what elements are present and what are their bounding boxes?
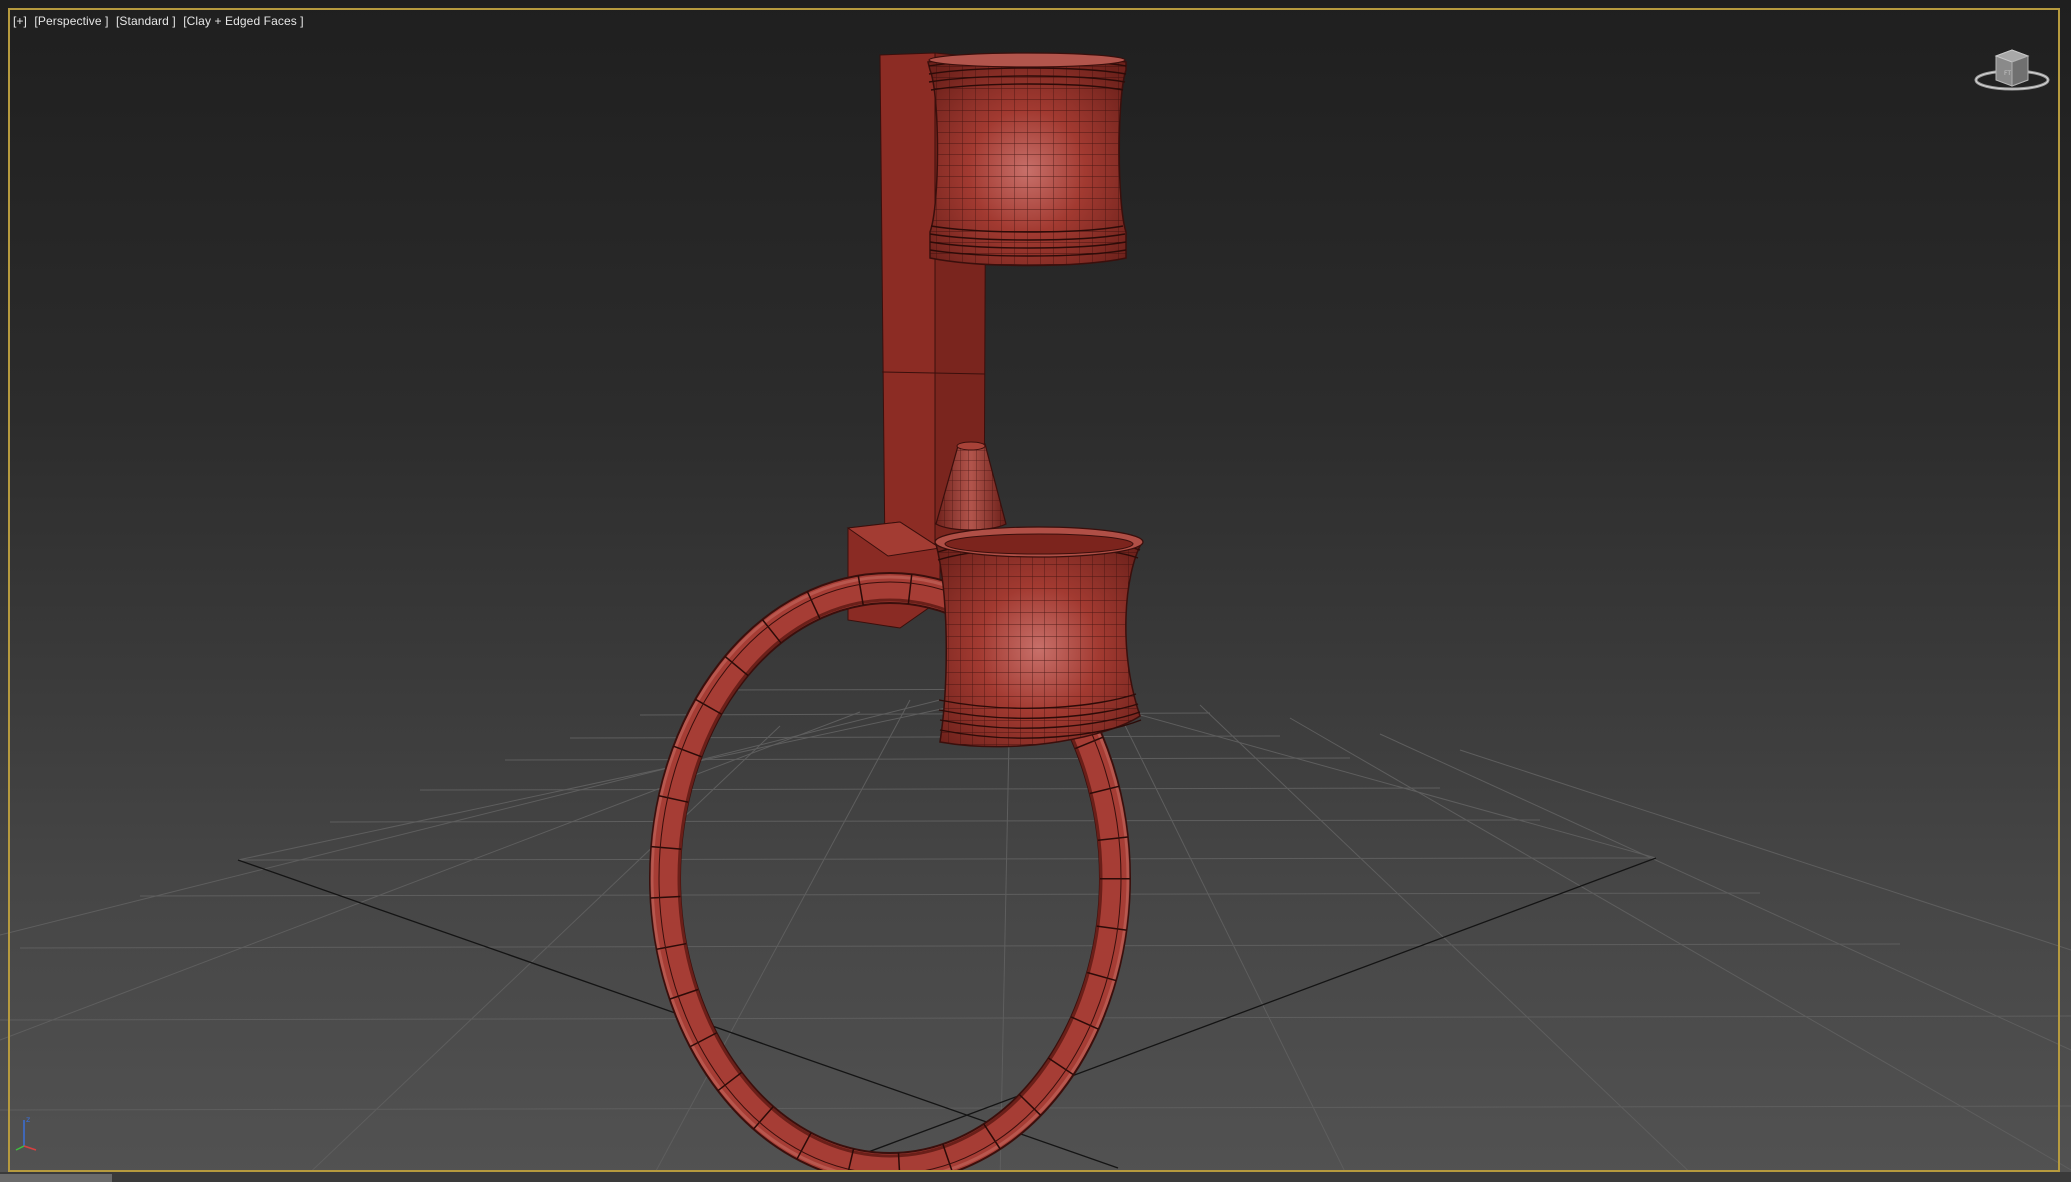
viewport-shading-standard-menu[interactable]: [Standard ] [116,14,176,28]
viewcube-icon[interactable]: FT [1972,42,2052,94]
viewport-label-menu: [+] [Perspective ] [Standard ] [Clay + E… [13,14,308,28]
viewport-general-menu[interactable]: [+] [13,14,27,28]
perspective-viewport[interactable]: [+] [Perspective ] [Standard ] [Clay + E… [0,0,2071,1182]
svg-text:FT: FT [2004,70,2011,77]
viewport-bottom-strip [0,1172,2071,1182]
grid-main-axes [237,857,1657,1171]
scene-canvas[interactable] [0,0,2071,1182]
viewport-layout-tab[interactable] [0,1174,112,1182]
viewport-visual-style-menu[interactable]: [Clay + Edged Faces ] [183,14,304,28]
axis-tripod-icon: z [15,1115,37,1151]
svg-text:z: z [26,1115,30,1124]
bottom-cup-mesh[interactable] [930,520,1150,760]
viewport-point-of-view-menu[interactable]: [Perspective ] [34,14,108,28]
top-cup-mesh[interactable] [920,50,1130,270]
